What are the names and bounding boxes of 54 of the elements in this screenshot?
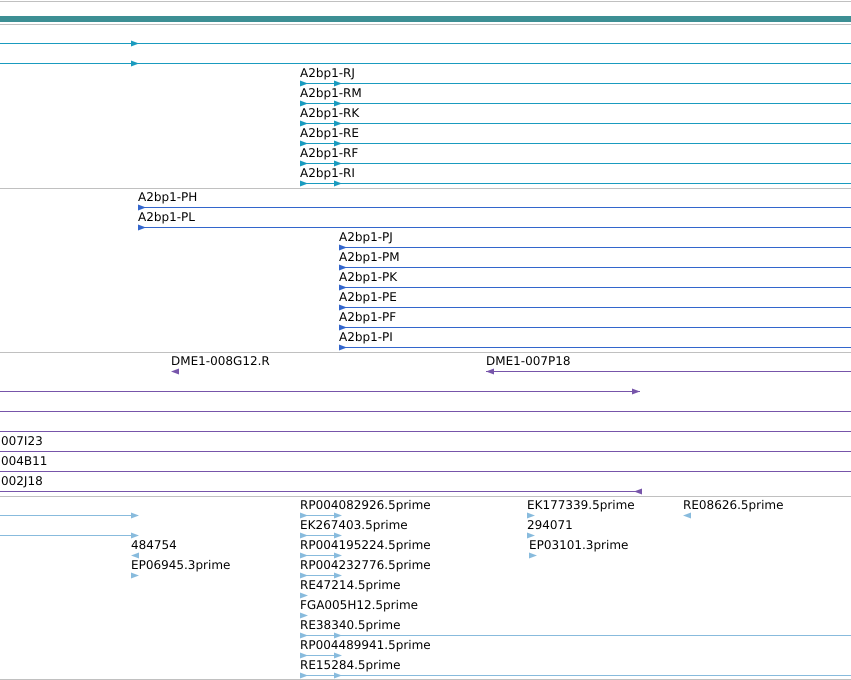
feature-glyph[interactable] [300, 180, 851, 186]
feature-label[interactable]: 294071 [527, 518, 573, 532]
feature-glyph[interactable] [0, 488, 642, 494]
feature-label[interactable]: A2bp1-PM [339, 250, 400, 264]
feature-glyph[interactable] [138, 204, 851, 210]
feature-label[interactable]: A2bp1-PI [339, 330, 393, 344]
feature-label[interactable]: A2bp1-PE [339, 290, 397, 304]
feature-label[interactable]: A2bp1-RM [300, 86, 362, 100]
feature-label[interactable]: RE08626.5prime [683, 498, 784, 512]
feature-glyph[interactable] [300, 160, 851, 166]
feature-label[interactable]: EP03101.3prime [529, 538, 628, 552]
feature-glyph[interactable] [300, 80, 851, 86]
feature-glyph[interactable] [300, 140, 851, 146]
feature-label[interactable]: RE38340.5prime [300, 618, 400, 632]
feature-label[interactable]: 007I23 [1, 434, 43, 448]
feature-label[interactable]: A2bp1-PK [339, 270, 398, 284]
feature-glyph[interactable] [0, 388, 640, 394]
feature-label[interactable]: EK267403.5prime [300, 518, 408, 532]
feature-glyph[interactable] [338, 244, 851, 250]
feature-label[interactable]: A2bp1-PJ [339, 230, 393, 244]
feature-glyph[interactable] [338, 304, 851, 310]
feature-glyph[interactable] [486, 368, 851, 374]
feature-label[interactable]: A2bp1-PF [339, 310, 396, 324]
feature-label[interactable]: 002J18 [1, 474, 43, 488]
feature-label[interactable]: A2bp1-RK [300, 106, 360, 120]
feature-label[interactable]: DME1-007P18 [486, 354, 571, 368]
feature-glyph[interactable] [338, 284, 851, 290]
feature-label[interactable]: EP06945.3prime [131, 558, 230, 572]
feature-label[interactable]: A2bp1-RJ [300, 66, 355, 80]
feature-label[interactable]: 004B11 [1, 454, 48, 468]
feature-label[interactable]: A2bp1-PH [138, 190, 198, 204]
feature-label[interactable]: RE47214.5prime [300, 578, 400, 592]
feature-label[interactable]: DME1-008G12.R [171, 354, 270, 368]
feature-glyph[interactable] [338, 344, 851, 350]
feature-label[interactable]: A2bp1-RI [300, 166, 355, 180]
feature-glyph[interactable] [338, 324, 851, 330]
feature-label[interactable]: RP004195224.5prime [300, 538, 431, 552]
feature-glyph[interactable] [0, 60, 851, 66]
feature-glyph[interactable] [0, 40, 851, 46]
feature-label[interactable]: RP004082926.5prime [300, 498, 431, 512]
feature-label[interactable]: A2bp1-RE [300, 126, 359, 140]
feature-label[interactable]: EK177339.5prime [527, 498, 635, 512]
feature-glyph[interactable] [338, 264, 851, 270]
feature-label[interactable]: A2bp1-RF [300, 146, 358, 160]
feature-glyph[interactable] [171, 368, 179, 374]
feature-label[interactable]: RE15284.5prime [300, 658, 400, 672]
feature-label[interactable]: A2bp1-PL [138, 210, 195, 224]
feature-label[interactable]: 484754 [131, 538, 177, 552]
feature-label[interactable]: FGA005H12.5prime [300, 598, 418, 612]
feature-label[interactable]: RP004489941.5prime [300, 638, 431, 652]
feature-glyph[interactable] [138, 224, 851, 230]
feature-glyph[interactable] [300, 120, 851, 126]
feature-glyph[interactable] [300, 100, 851, 106]
feature-label[interactable]: RP004232776.5prime [300, 558, 431, 572]
